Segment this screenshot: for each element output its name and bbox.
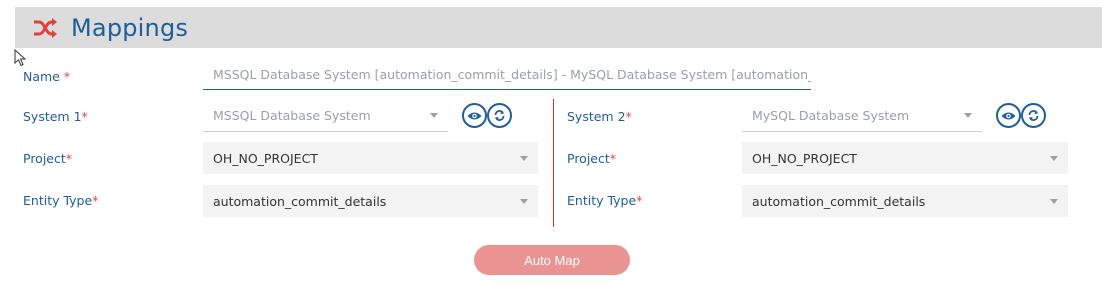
project1-select[interactable]: OH_NO_PROJECT xyxy=(203,142,538,174)
entity1-select[interactable]: automation_commit_details xyxy=(203,185,538,217)
eye-icon[interactable] xyxy=(462,103,487,128)
mouse-cursor-icon xyxy=(14,48,28,67)
entity2-select[interactable]: automation_commit_details xyxy=(742,185,1068,217)
chevron-down-icon xyxy=(520,155,528,161)
chevron-down-icon xyxy=(430,113,438,118)
system1-select[interactable]: MSSQL Database System xyxy=(203,100,448,132)
system1-select-value: MSSQL Database System xyxy=(213,108,371,123)
project1-select-value: OH_NO_PROJECT xyxy=(213,150,318,166)
project2-select[interactable]: OH_NO_PROJECT xyxy=(742,142,1068,174)
system2-select[interactable]: MySQL Database System xyxy=(742,100,982,132)
project1-label: Project* xyxy=(23,151,73,166)
page-header: Mappings xyxy=(15,7,1102,48)
entity2-select-value: automation_commit_details xyxy=(752,193,926,209)
entity2-label: Entity Type* xyxy=(567,193,643,208)
eye-icon[interactable] xyxy=(996,103,1021,128)
system2-label: System 2* xyxy=(567,109,632,124)
refresh-icon[interactable] xyxy=(1021,103,1046,128)
chevron-down-icon xyxy=(964,113,972,118)
system1-label: System 1* xyxy=(23,109,88,124)
entity1-label: Entity Type* xyxy=(23,193,99,208)
system2-select-value: MySQL Database System xyxy=(752,108,910,123)
column-divider xyxy=(553,99,554,227)
page-title: Mappings xyxy=(71,13,189,42)
chevron-down-icon xyxy=(1050,155,1058,161)
entity1-select-value: automation_commit_details xyxy=(213,193,387,209)
refresh-icon[interactable] xyxy=(487,103,512,128)
name-input-value: MSSQL Database System [automation_commit… xyxy=(213,67,811,82)
auto-map-button[interactable]: Auto Map xyxy=(474,245,630,275)
project2-label: Project* xyxy=(567,151,617,166)
name-input[interactable]: MSSQL Database System [automation_commit… xyxy=(203,60,811,90)
shuffle-icon xyxy=(32,15,58,41)
project2-select-value: OH_NO_PROJECT xyxy=(752,150,857,166)
name-label: Name * xyxy=(23,69,71,84)
chevron-down-icon xyxy=(1050,198,1058,204)
chevron-down-icon xyxy=(520,198,528,204)
